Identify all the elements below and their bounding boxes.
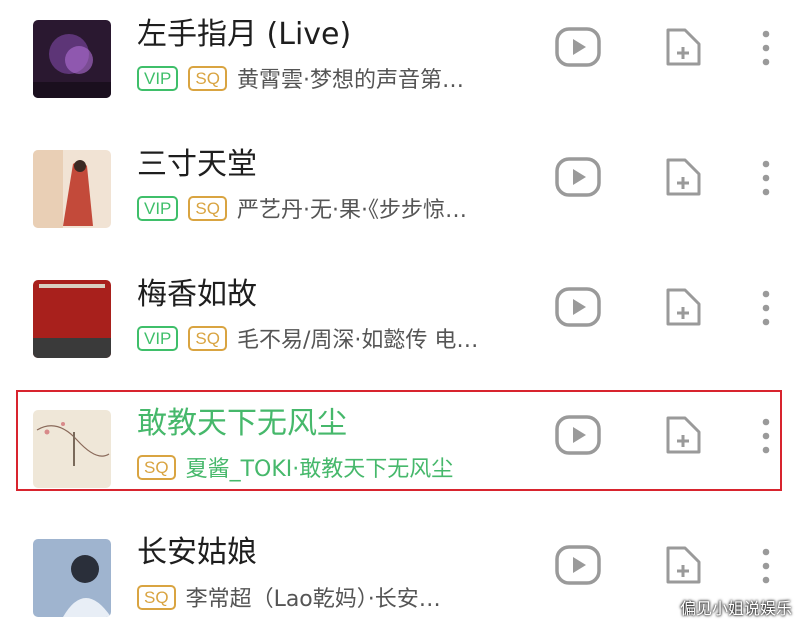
add-to-playlist-icon[interactable] — [663, 286, 703, 328]
song-meta: VIP SQ 严艺丹·无·果·《步步惊… — [137, 194, 467, 223]
song-row[interactable]: 三寸天堂 VIP SQ 严艺丹·无·果·《步步惊… — [0, 130, 802, 242]
album-cover[interactable] — [33, 150, 111, 228]
song-subtitle: 严艺丹·无·果·《步步惊… — [236, 198, 467, 223]
song-title: 左手指月 (Live) — [137, 17, 352, 52]
add-to-playlist-icon[interactable] — [663, 156, 703, 198]
vip-badge: VIP — [137, 195, 179, 221]
album-cover[interactable] — [33, 280, 111, 358]
album-cover[interactable] — [33, 539, 111, 617]
song-title: 梅香如故 — [137, 277, 257, 312]
song-row[interactable]: 左手指月 (Live) VIP SQ 黄霄雲·梦想的声音第… — [0, 0, 802, 112]
play-circle-icon[interactable] — [555, 157, 601, 197]
sq-badge: SQ — [188, 65, 227, 91]
song-meta: SQ 李常超（Lao乾妈）·长安… — [137, 583, 441, 612]
song-meta: VIP SQ 黄霄雲·梦想的声音第… — [137, 64, 464, 93]
more-vertical-icon[interactable] — [755, 28, 777, 68]
sq-badge: SQ — [137, 584, 176, 610]
selection-highlight-box — [16, 390, 782, 491]
add-to-playlist-icon[interactable] — [663, 544, 703, 586]
sq-badge: SQ — [188, 325, 227, 351]
more-vertical-icon[interactable] — [755, 546, 777, 586]
play-circle-icon[interactable] — [555, 545, 601, 585]
song-subtitle: 黄霄雲·梦想的声音第… — [236, 68, 464, 93]
song-subtitle: 李常超（Lao乾妈）·长安… — [185, 587, 441, 612]
play-circle-icon[interactable] — [555, 27, 601, 67]
song-meta: VIP SQ 毛不易/周深·如懿传 电… — [137, 324, 479, 353]
add-to-playlist-icon[interactable] — [663, 26, 703, 68]
song-title: 长安姑娘 — [137, 535, 257, 570]
more-vertical-icon[interactable] — [755, 288, 777, 328]
vip-badge: VIP — [137, 325, 179, 351]
watermark: 偏见小姐说娱乐 — [679, 599, 792, 618]
more-vertical-icon[interactable] — [755, 158, 777, 198]
song-subtitle: 毛不易/周深·如懿传 电… — [236, 328, 479, 353]
album-cover[interactable] — [33, 20, 111, 98]
vip-badge: VIP — [137, 65, 179, 91]
sq-badge: SQ — [188, 195, 227, 221]
song-title: 三寸天堂 — [137, 147, 257, 182]
play-circle-icon[interactable] — [555, 287, 601, 327]
song-row[interactable]: 梅香如故 VIP SQ 毛不易/周深·如懿传 电… — [0, 260, 802, 372]
